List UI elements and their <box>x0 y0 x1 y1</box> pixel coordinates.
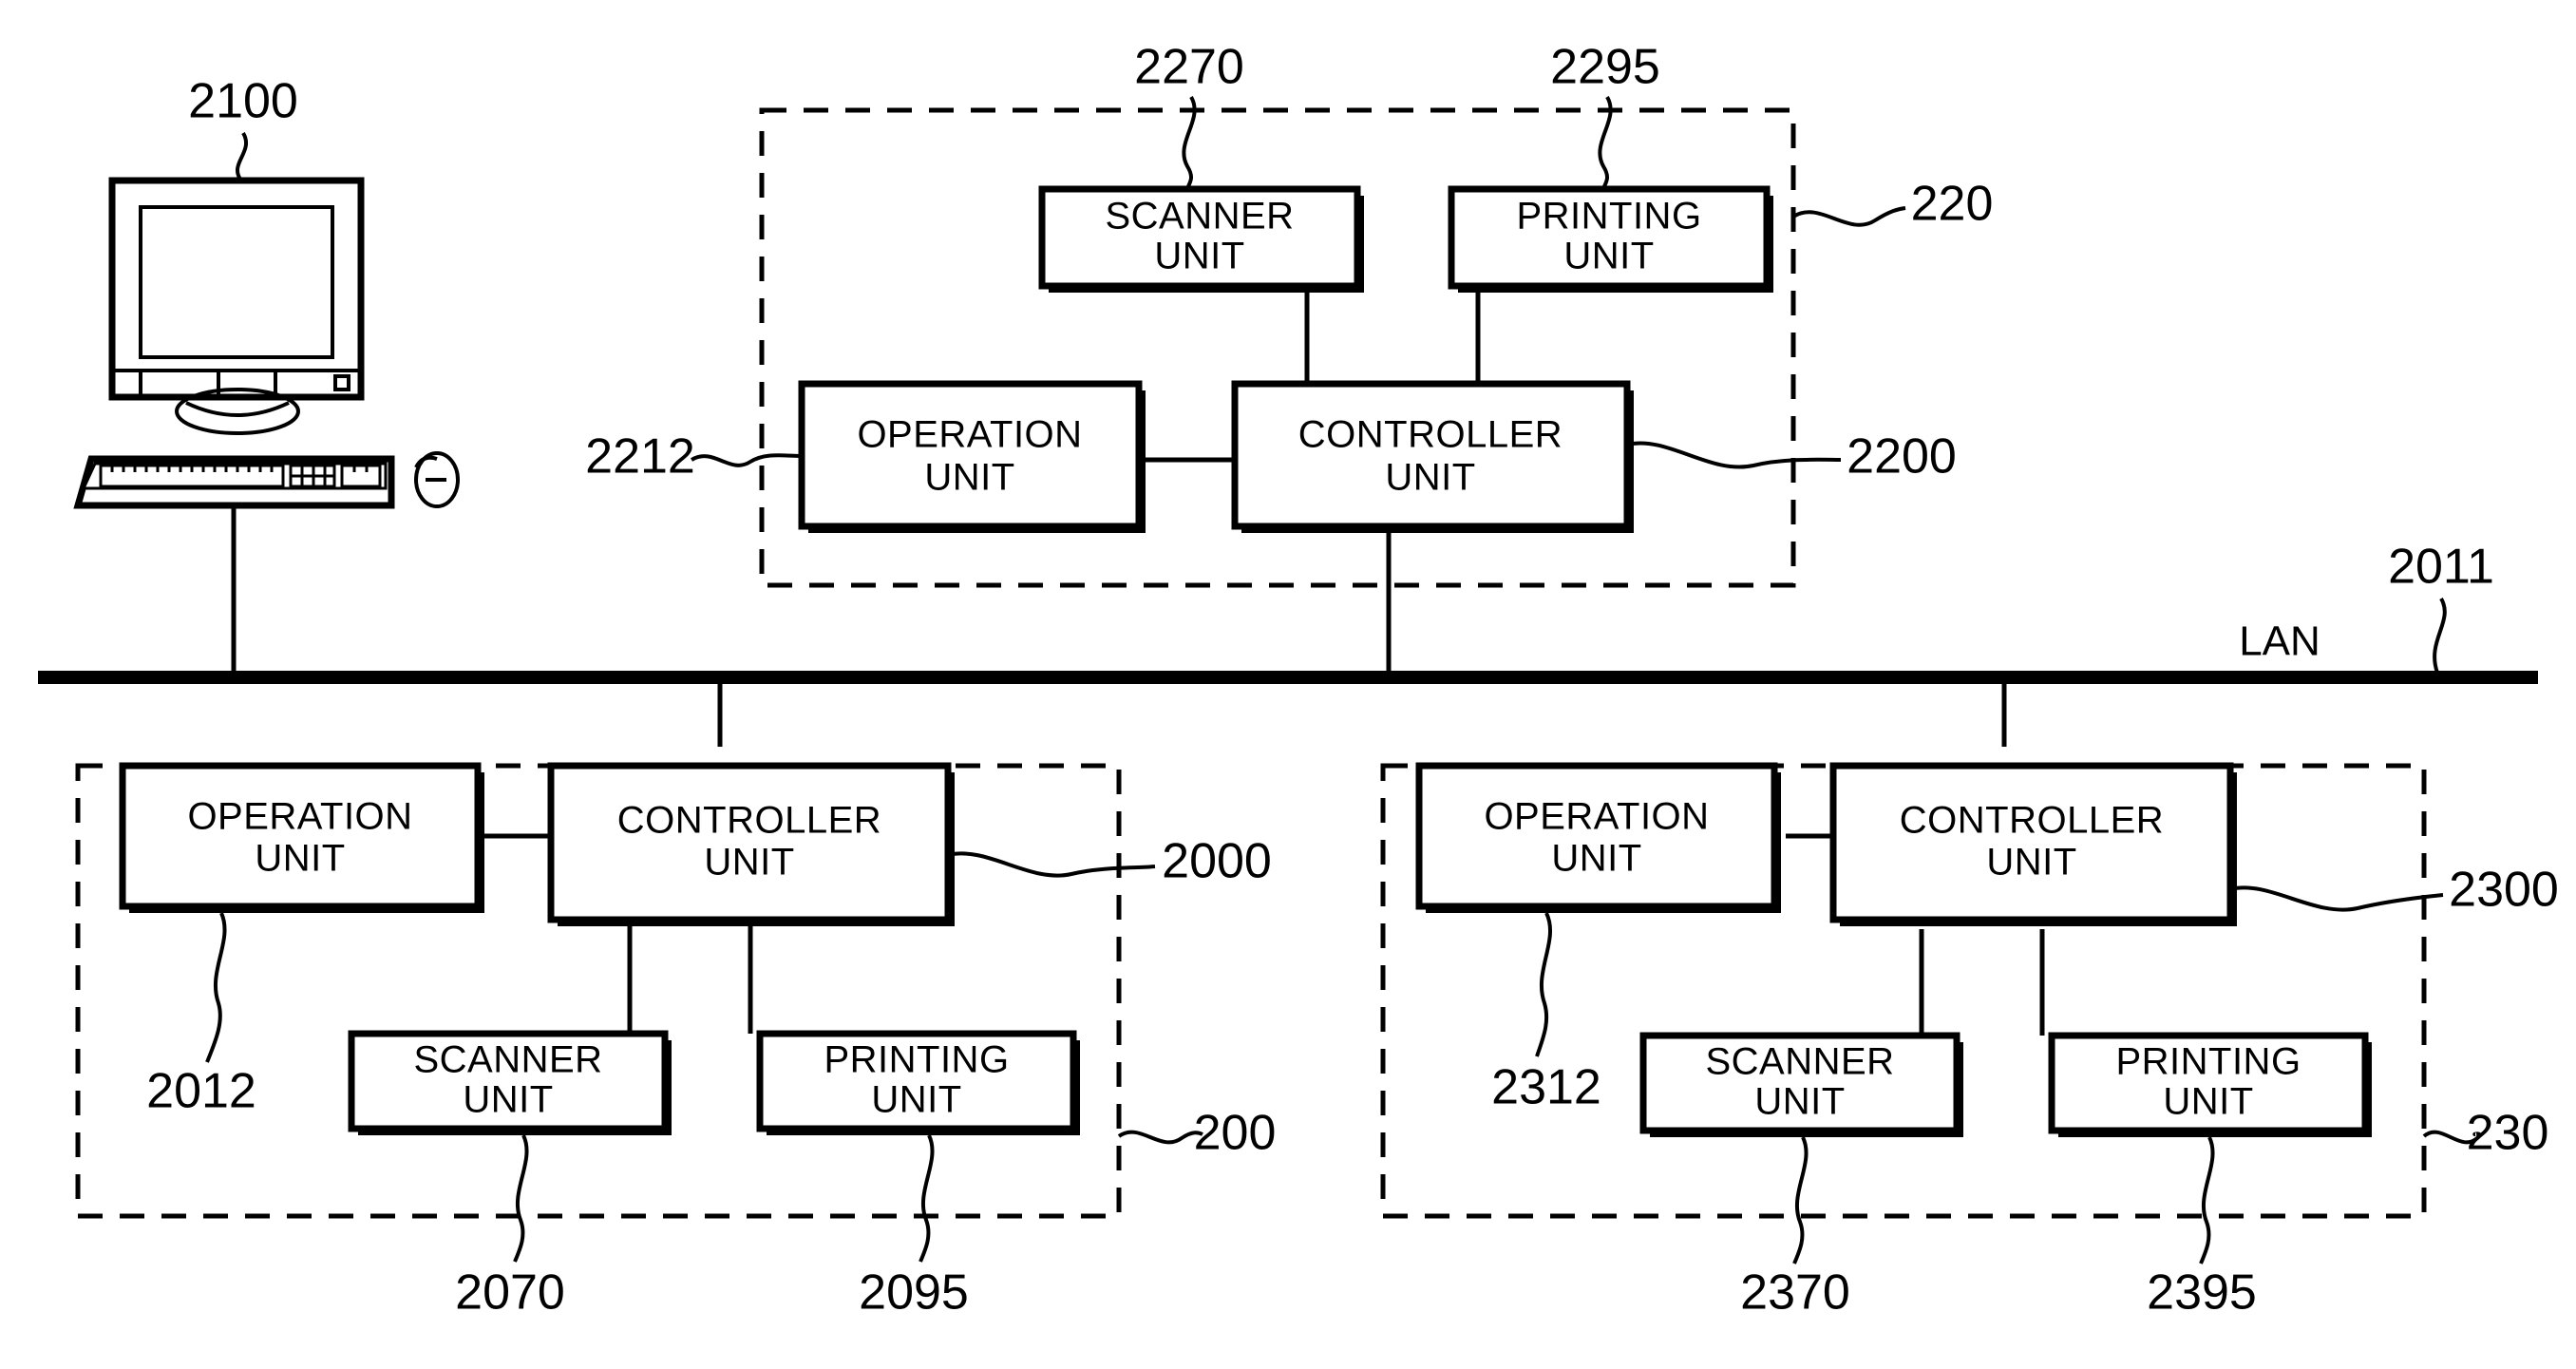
device-top-group: SCANNER UNIT 2270 PRINTING UNIT 2295 OPE… <box>585 40 1993 677</box>
scanner-unit-label-line2: UNIT <box>1754 1081 1845 1123</box>
operation-unit-label-line2: UNIT <box>255 838 345 880</box>
controller-unit-label-line1: CONTROLLER <box>1900 800 2164 842</box>
operation-unit-box-bl: OPERATION UNIT <box>119 762 484 913</box>
ref-2070: 2070 <box>455 1265 565 1321</box>
operation-unit-label-line1: OPERATION <box>857 414 1082 456</box>
ref-2095: 2095 <box>859 1265 969 1321</box>
scanner-unit-box-br: SCANNER UNIT <box>1639 1032 1963 1137</box>
ref-2295: 2295 <box>1550 40 1660 95</box>
operation-unit-label-line2: UNIT <box>924 457 1014 499</box>
printing-unit-label-line1: PRINTING <box>2115 1041 2301 1083</box>
leader-2395 <box>2199 1136 2215 1264</box>
scanner-unit-label-line2: UNIT <box>1154 236 1244 277</box>
ref-2012: 2012 <box>146 1064 256 1119</box>
ref-220: 220 <box>1911 177 1994 232</box>
ref-2000: 2000 <box>1162 834 1272 889</box>
printing-unit-box-top: PRINTING UNIT <box>1448 185 1773 293</box>
printing-unit-box-bl: PRINTING UNIT <box>756 1030 1080 1135</box>
scanner-unit-label-line1: SCANNER <box>413 1039 602 1081</box>
controller-unit-box-bl: CONTROLLER UNIT <box>547 762 955 926</box>
scanner-unit-box-top: SCANNER UNIT <box>1038 185 1364 293</box>
operation-unit-label-line2: UNIT <box>1551 838 1641 880</box>
monitor-stand-neck <box>185 401 290 417</box>
operation-unit-label-line1: OPERATION <box>1484 796 1709 838</box>
patent-block-diagram: 2100 LAN 2011 SCANNER UNIT 2270 PRINTING… <box>38 40 2559 1321</box>
leader-2200 <box>1626 441 1842 469</box>
ref-2011: 2011 <box>2388 540 2494 595</box>
controller-unit-box-top: CONTROLLER UNIT <box>1231 380 1634 533</box>
diagram-canvas: 2100 LAN 2011 SCANNER UNIT 2270 PRINTING… <box>0 0 2576 1369</box>
host-computer-illustration <box>73 177 460 677</box>
leader-2300 <box>2229 885 2444 912</box>
leader-2312 <box>1535 912 1552 1057</box>
printing-unit-label-line1: PRINTING <box>824 1039 1009 1081</box>
ref-2100: 2100 <box>188 74 298 129</box>
ref-2395: 2395 <box>2147 1265 2257 1321</box>
leader-2212 <box>690 453 803 467</box>
leader-2095 <box>919 1134 935 1263</box>
operation-unit-box-top: OPERATION UNIT <box>798 380 1146 533</box>
leader-220 <box>1791 206 1906 227</box>
printing-unit-label-line2: UNIT <box>871 1079 961 1121</box>
monitor-screen <box>139 205 334 359</box>
ref-2212: 2212 <box>585 429 695 485</box>
monitor-power-led <box>333 374 350 391</box>
scanner-unit-label-line1: SCANNER <box>1705 1041 1894 1083</box>
scanner-unit-label-line2: UNIT <box>463 1079 553 1121</box>
ref-2270: 2270 <box>1134 40 1244 95</box>
leader-2012 <box>205 912 227 1063</box>
ref-2200: 2200 <box>1847 429 1957 485</box>
operation-unit-box-br: OPERATION UNIT <box>1415 762 1781 913</box>
controller-unit-label-line1: CONTROLLER <box>617 800 881 842</box>
printing-unit-label-line1: PRINTING <box>1516 196 1701 238</box>
ref-200: 200 <box>1194 1106 1277 1161</box>
leader-2370 <box>1792 1136 1809 1264</box>
monitor-bezel <box>108 177 365 401</box>
printing-unit-label-line2: UNIT <box>2163 1081 2253 1123</box>
device-bottom-left-group: OPERATION UNIT 2012 CONTROLLER UNIT 2000… <box>75 677 1277 1321</box>
leader-2011 <box>2433 597 2447 674</box>
controller-unit-label-line2: UNIT <box>704 842 794 884</box>
ref-2370: 2370 <box>1740 1265 1850 1321</box>
printing-unit-box-br: PRINTING UNIT <box>2048 1032 2372 1137</box>
controller-unit-label-line2: UNIT <box>1385 457 1475 499</box>
controller-unit-label-line1: CONTROLLER <box>1298 414 1563 456</box>
ref-2300: 2300 <box>2449 863 2559 918</box>
scanner-unit-box-bl: SCANNER UNIT <box>348 1030 672 1135</box>
controller-unit-box-br: CONTROLLER UNIT <box>1829 762 2237 926</box>
leader-2000 <box>947 851 1156 878</box>
scanner-unit-label-line1: SCANNER <box>1105 196 1294 238</box>
lan-label: LAN <box>2239 618 2320 665</box>
ref-2312: 2312 <box>1491 1060 1601 1115</box>
leader-2070 <box>513 1134 529 1263</box>
printing-unit-label-line2: UNIT <box>1563 236 1654 277</box>
leader-2100 <box>236 131 248 182</box>
device-bottom-right-group: OPERATION UNIT 2312 CONTROLLER UNIT 2300… <box>1380 677 2559 1321</box>
leader-200 <box>1117 1130 1203 1145</box>
operation-unit-label-line1: OPERATION <box>187 796 412 838</box>
controller-unit-label-line2: UNIT <box>1986 842 2076 884</box>
